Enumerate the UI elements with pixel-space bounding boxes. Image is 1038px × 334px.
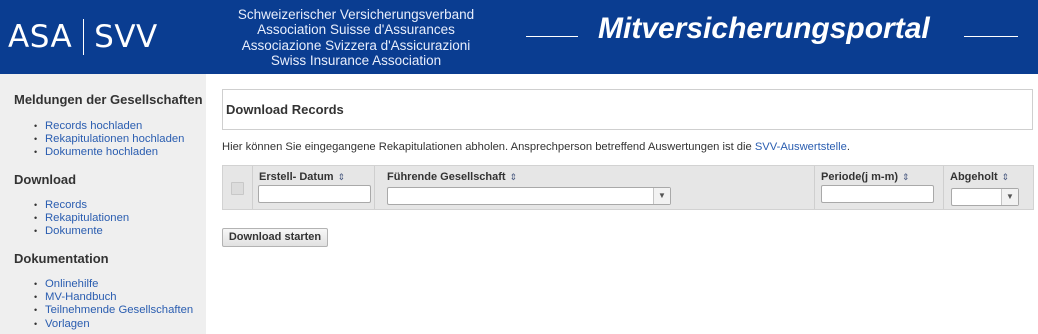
column-label-periode: Periode(j m-m)	[821, 171, 899, 183]
column-label-fuehrende-gesellschaft: Führende Gesellschaft	[387, 171, 506, 183]
header-banner: ASA SVV Schweizerischer Versicherungsver…	[0, 0, 1038, 74]
column-periode[interactable]: Periode(j m-m) ⇕	[815, 166, 944, 209]
info-text: Hier können Sie eingegangene Rekapitulat…	[222, 141, 850, 153]
chevron-down-icon[interactable]: ▼	[653, 188, 670, 204]
sidebar-item-rekapitulationen[interactable]: Rekapitulationen	[34, 212, 129, 225]
column-fuehrende-gesellschaft[interactable]: Führende Gesellschaft ⇕ ▼	[375, 166, 815, 209]
sidebar-heading-dokumentation: Dokumentation	[14, 251, 109, 266]
portal-title: Mitversicherungsportal	[598, 12, 930, 45]
sort-icon[interactable]: ⇕	[902, 172, 910, 182]
association-name-de: Schweizerischer Versicherungsverband	[237, 7, 475, 22]
abgeholt-select[interactable]: ▼	[951, 188, 1019, 206]
column-label-erstell-datum: Erstell- Datum	[259, 171, 334, 183]
asa-svv-logo: ASA SVV	[8, 18, 158, 56]
sidebar-item-vorlagen[interactable]: Vorlagen	[34, 318, 193, 331]
sidebar-list-dokumentation: Onlinehilfe MV-Handbuch Teilnehmende Ges…	[34, 278, 193, 331]
svv-auswertstelle-link[interactable]: SVV-Auswertstelle	[755, 141, 847, 153]
association-name-fr: Association Suisse d'Assurances	[257, 22, 455, 38]
chevron-down-icon[interactable]: ▼	[1001, 189, 1018, 205]
sidebar-item-records-hochladen[interactable]: Records hochladen	[34, 120, 184, 133]
association-name-it: Associazione Svizzera d'Assicurazioni	[241, 37, 471, 53]
sidebar-item-teilnehmende-gesellschaften[interactable]: Teilnehmende Gesellschaften	[34, 304, 193, 317]
sidebar-item-dokumente-hochladen[interactable]: Dokumente hochladen	[34, 146, 184, 159]
periode-filter-input[interactable]	[821, 185, 934, 203]
sidebar-item-mv-handbuch[interactable]: MV-Handbuch	[34, 291, 193, 304]
column-erstell-datum[interactable]: Erstell- Datum ⇕	[253, 166, 375, 209]
panel-title-box: Download Records	[222, 89, 1033, 130]
info-text-end: .	[846, 141, 850, 153]
sidebar-item-onlinehilfe[interactable]: Onlinehilfe	[34, 278, 193, 291]
logo-divider	[83, 19, 85, 55]
info-text-body: Hier können Sie eingegangene Rekapitulat…	[222, 141, 755, 153]
sort-icon[interactable]: ⇕	[338, 172, 346, 182]
sort-icon[interactable]: ⇕	[510, 172, 518, 182]
title-line-right	[964, 36, 1018, 37]
records-grid-header: Erstell- Datum ⇕ Führende Gesellschaft ⇕ ▼…	[222, 165, 1034, 210]
sort-icon[interactable]: ⇕	[1002, 172, 1010, 182]
sidebar: Meldungen der Gesellschaften Records hoc…	[0, 74, 206, 334]
sidebar-list-meldungen: Records hochladen Rekapitulationen hochl…	[34, 120, 184, 160]
select-all-column	[223, 166, 253, 209]
sidebar-item-dokumente[interactable]: Dokumente	[34, 225, 129, 238]
column-label-abgeholt: Abgeholt	[950, 171, 998, 183]
association-names: Schweizerischer Versicherungsverband Ass…	[226, 7, 486, 68]
download-start-button[interactable]: Download starten	[222, 228, 328, 247]
select-all-checkbox[interactable]	[231, 182, 244, 195]
sidebar-heading-download: Download	[14, 172, 77, 187]
sidebar-item-records[interactable]: Records	[34, 199, 129, 212]
logo-text-svv: SVV	[94, 19, 158, 55]
fuehrende-gesellschaft-select[interactable]: ▼	[387, 187, 671, 205]
sidebar-item-rekapitulationen-hochladen[interactable]: Rekapitulationen hochladen	[34, 133, 184, 146]
sidebar-heading-meldungen: Meldungen der Gesellschaften	[14, 92, 203, 107]
title-line-left	[526, 36, 578, 37]
logo-text-asa: ASA	[8, 19, 73, 55]
association-name-en: Swiss Insurance Association	[270, 52, 442, 68]
sidebar-list-download: Records Rekapitulationen Dokumente	[34, 199, 129, 239]
erstell-datum-filter-input[interactable]	[258, 185, 371, 203]
page-title: Download Records	[226, 102, 344, 117]
column-abgeholt[interactable]: Abgeholt ⇕ ▼	[944, 166, 1033, 209]
